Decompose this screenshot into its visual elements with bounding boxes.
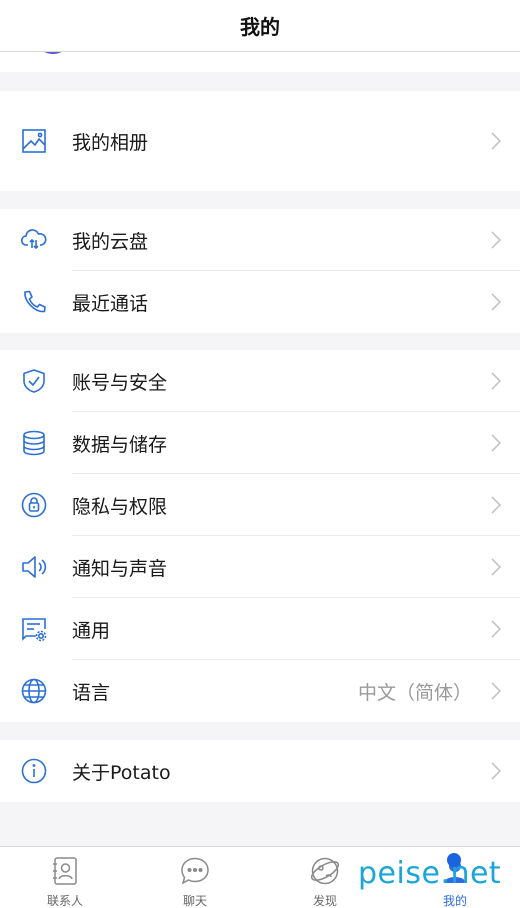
menu-item-privacy[interactable]: 隐私与权限 [0,474,520,536]
tab-label: 我的 [442,894,467,908]
chevron-right-icon [490,131,502,151]
page-title: 我的 [240,15,280,39]
chat-icon [179,855,211,887]
menu-item-data-storage[interactable]: 数据与储存 [0,412,520,474]
menu-item-label: 我的云盘 [72,230,149,253]
menu-item-label: 通用 [72,619,111,642]
chevron-right-icon [490,619,502,639]
menu-item-label: 账号与安全 [72,371,168,394]
database-icon [20,429,48,457]
menu-item-label: 隐私与权限 [72,495,168,518]
menu-item-label: 我的相册 [72,131,149,154]
menu-item-cloud-drive[interactable]: 我的云盘 [0,209,520,271]
watermark-dot [447,853,461,867]
watermark-logo: peise.net [358,853,508,894]
group-album: 我的相册 [0,91,520,191]
menu-item-general[interactable]: 通用 [0,598,520,660]
globe-icon [20,677,48,705]
group-about: 关于Potato [0,740,520,802]
chevron-right-icon [490,557,502,577]
menu-item-label: 通知与声音 [72,557,168,580]
tab-label: 发现 [312,894,337,908]
cloud-upload-icon [20,226,48,254]
chevron-right-icon [490,681,502,701]
settings-message-icon [20,615,48,643]
tab-contacts[interactable]: 联系人 [0,847,130,908]
menu-item-album[interactable]: 我的相册 [0,110,520,172]
info-icon [20,757,48,785]
menu-item-account-security[interactable]: 账号与安全 [0,350,520,412]
menu-item-label: 关于Potato [72,761,171,784]
chevron-right-icon [490,292,502,312]
menu-item-notifications[interactable]: 通知与声音 [0,536,520,598]
chevron-right-icon [490,433,502,453]
chevron-right-icon [490,761,502,781]
image-gallery-icon [20,127,48,155]
language-value: 中文（简体） [357,681,472,704]
tab-label: 聊天 [182,894,207,908]
menu-item-label: 最近通话 [72,292,149,315]
watermark-text: peise.net [358,856,502,891]
menu-item-recent-calls[interactable]: 最近通话 [0,271,520,333]
profile-card-peek[interactable] [0,52,520,72]
top-nav-bar: 我的 [0,0,520,52]
menu-item-language[interactable]: 语言 中文（简体） [0,660,520,722]
menu-item-label: 数据与储存 [72,433,168,456]
group-storage-calls: 我的云盘 最近通话 [0,209,520,333]
menu-item-label: 语言 [72,681,111,704]
tab-chats[interactable]: 聊天 [130,847,260,908]
lock-icon [20,491,48,519]
chevron-right-icon [490,495,502,515]
shield-check-icon [20,367,48,395]
contacts-icon [49,855,81,887]
phone-icon [20,288,48,316]
discover-icon [309,855,341,887]
tab-label: 联系人 [46,894,83,908]
chevron-right-icon [490,371,502,391]
group-settings: 账号与安全 数据与储存 隐私与权限 通知与声音 通用 语言 中文（简体） [0,350,520,722]
menu-item-about[interactable]: 关于Potato [0,740,520,802]
chevron-right-icon [490,230,502,250]
avatar[interactable] [34,52,72,54]
speaker-icon [20,553,48,581]
